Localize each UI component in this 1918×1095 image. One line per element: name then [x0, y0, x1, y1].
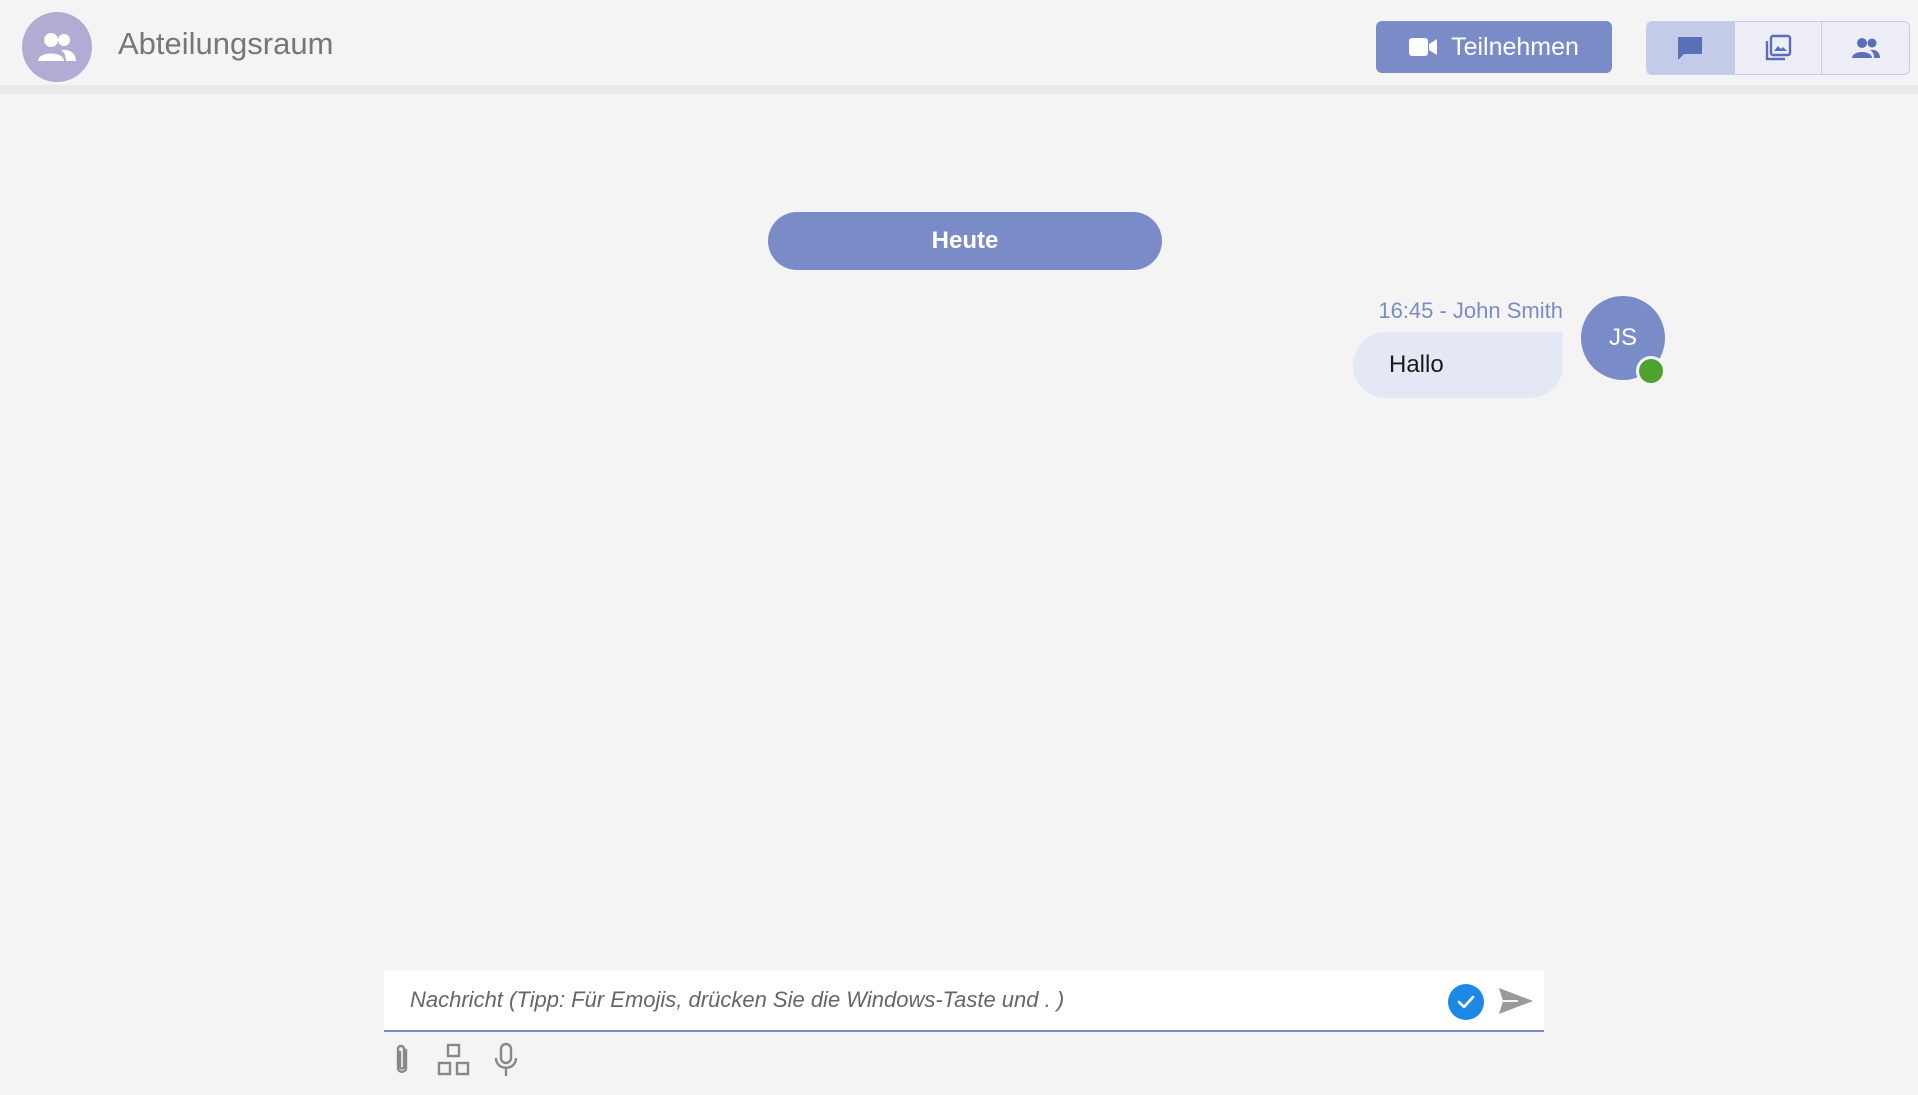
presence-online-indicator: [1636, 356, 1666, 386]
room-title: Abteilungsraum: [118, 26, 334, 61]
checkmark-icon: [1457, 995, 1475, 1009]
group-icon: [38, 33, 76, 61]
send-icon: [1499, 988, 1533, 1014]
day-separator: Heute: [768, 212, 1162, 270]
spellcheck-button[interactable]: [1448, 984, 1484, 1020]
tab-gallery[interactable]: [1735, 22, 1823, 74]
join-call-label: Teilnehmen: [1451, 32, 1579, 61]
image-gallery-icon: [1765, 34, 1792, 61]
apps-icon: [437, 1043, 470, 1076]
room-avatar[interactable]: [22, 12, 92, 82]
message-meta: 16:45 - John Smith: [1378, 298, 1563, 323]
video-camera-icon: [1409, 38, 1438, 56]
join-call-button[interactable]: Teilnehmen: [1376, 21, 1612, 73]
apps-button[interactable]: [436, 1040, 472, 1080]
message-bubble[interactable]: Hallo: [1353, 332, 1563, 398]
people-icon: [1851, 38, 1880, 58]
composer-toolbar: [384, 1040, 524, 1080]
attach-button[interactable]: [384, 1040, 420, 1080]
paperclip-icon: [396, 1044, 408, 1073]
chat-bubble-icon: [1678, 37, 1703, 60]
message-input[interactable]: [384, 970, 1444, 1030]
message-text: Hallo: [1389, 351, 1444, 378]
microphone-icon: [494, 1042, 518, 1076]
view-switcher: [1646, 21, 1910, 75]
send-button[interactable]: [1496, 982, 1536, 1020]
tab-participants[interactable]: [1822, 22, 1909, 74]
message-composer: [384, 970, 1544, 1032]
tab-chat[interactable]: [1647, 22, 1735, 74]
sender-initials: JS: [1608, 324, 1637, 351]
chat-header: Abteilungsraum Teilnehmen: [0, 0, 1918, 94]
voice-message-button[interactable]: [488, 1040, 524, 1080]
